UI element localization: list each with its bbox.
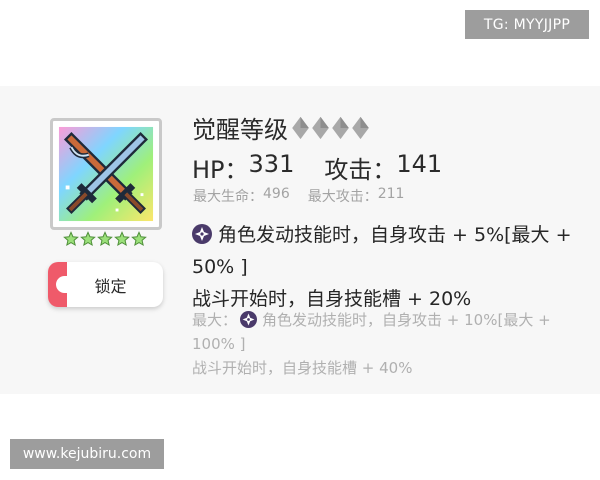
crossed-swords-icon bbox=[58, 126, 154, 222]
skill-line-1: 角色发动技能时，自身攻击 + 5%[最大 + 50% ] bbox=[192, 219, 592, 283]
awakening-level-diamonds bbox=[291, 116, 370, 140]
awakening-row: 觉醒等级 bbox=[192, 110, 370, 145]
diamond-icon bbox=[331, 116, 350, 140]
attack-label: 攻击： bbox=[324, 156, 397, 184]
telegram-watermark: TG: MYYJJPP bbox=[465, 10, 589, 39]
attack-value: 141 bbox=[396, 150, 443, 178]
hp-value: 331 bbox=[248, 150, 295, 178]
lock-button-label: 锁定 bbox=[94, 276, 127, 296]
stats-row: HP： 331 攻击： 141 bbox=[192, 150, 442, 185]
lock-accent-tab bbox=[48, 262, 67, 307]
max-attack-label: 最大攻击： bbox=[307, 189, 378, 205]
shuriken-icon bbox=[240, 311, 258, 328]
skill-max-description: 最大： 角色发动技能时，自身攻击 + 10%[最大 + 100% ] 战斗开始时，… bbox=[192, 308, 597, 380]
website-watermark: www.kejubiru.com bbox=[10, 439, 164, 469]
shuriken-icon bbox=[192, 224, 212, 244]
diamond-icon bbox=[351, 116, 370, 140]
item-icon-frame bbox=[50, 118, 162, 230]
hp-label: HP： bbox=[192, 156, 249, 184]
star-icon bbox=[114, 231, 130, 247]
diamond-icon bbox=[311, 116, 330, 140]
star-icon bbox=[131, 231, 147, 247]
max-prefix: 最大： bbox=[192, 311, 238, 329]
skill-line-1-text: 角色发动技能时，自身攻击 + 5%[最大 + 50% ] bbox=[192, 224, 572, 278]
star-icon bbox=[63, 231, 79, 247]
max-hp-value: 496 bbox=[263, 186, 290, 202]
star-icon bbox=[80, 231, 96, 247]
max-hp-label: 最大生命： bbox=[193, 189, 263, 205]
attack-stat: 攻击： 141 bbox=[324, 150, 442, 185]
skill-description: 角色发动技能时，自身攻击 + 5%[最大 + 50% ] 战斗开始时，自身技能槽… bbox=[192, 219, 592, 315]
max-stats-row: 最大生命： 496 最大攻击： 211 bbox=[193, 186, 404, 206]
lock-button[interactable]: 锁定 bbox=[48, 262, 163, 307]
awakening-label: 觉醒等级 bbox=[192, 116, 288, 144]
rarity-stars bbox=[63, 231, 147, 247]
max-skill-line-1: 最大： 角色发动技能时，自身攻击 + 10%[最大 + 100% ] bbox=[192, 308, 597, 356]
diamond-icon bbox=[291, 116, 310, 140]
star-icon bbox=[97, 231, 113, 247]
max-skill-line-2: 战斗开始时，自身技能槽 + 40% bbox=[192, 359, 413, 377]
max-attack-value: 211 bbox=[377, 186, 405, 202]
